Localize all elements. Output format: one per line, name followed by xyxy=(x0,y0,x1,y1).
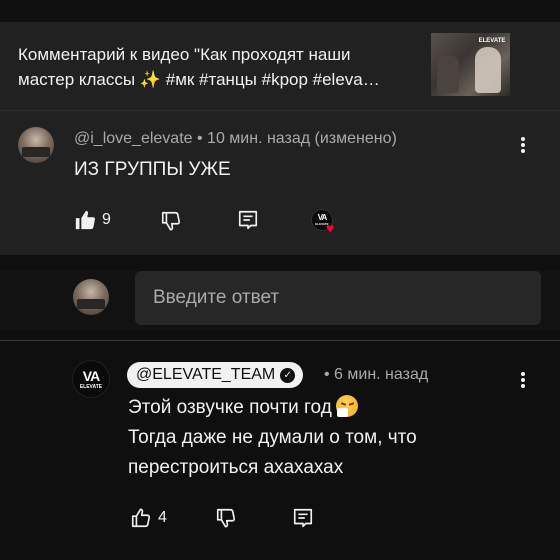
context-line-2: мастер классы ✨ #мк #танцы #kpop #eleva… xyxy=(18,67,413,92)
video-context-title: Комментарий к видео "Как проходят наши м… xyxy=(18,42,413,92)
video-context-header[interactable]: Комментарий к видео "Как проходят наши м… xyxy=(0,22,560,110)
creator-handle-badge[interactable]: @ELEVATE_TEAM ✓ xyxy=(127,362,304,388)
reply-reply-button[interactable] xyxy=(292,507,314,529)
reply-author: @ELEVATE_TEAM xyxy=(136,366,276,383)
reply-dislike-button[interactable] xyxy=(215,507,237,529)
thumbs-up-outline-icon xyxy=(131,508,151,528)
reply-input[interactable]: Введите ответ xyxy=(135,271,541,325)
thumbnail-badge: ELEVATE xyxy=(478,38,506,44)
context-line-2-text: мастер классы xyxy=(18,70,136,89)
divider xyxy=(0,340,560,341)
reply-time: • 6 мин. назад xyxy=(324,366,429,383)
reply-text-line-1: Этой озвучке почти год xyxy=(128,393,358,423)
comment-text: ИЗ ГРУППЫ УЖЕ xyxy=(74,159,231,180)
context-line-1: Комментарий к видео "Как проходят наши xyxy=(18,45,351,64)
status-bar xyxy=(0,0,560,22)
verified-check-icon: ✓ xyxy=(280,367,296,383)
comment-author[interactable]: @i_love_elevate xyxy=(74,130,193,147)
parent-comment: @i_love_elevate • 10 мин. назад (изменен… xyxy=(0,110,560,255)
reply-text-line-2: Тогда даже не думали о том, что xyxy=(128,427,417,448)
like-button[interactable]: 9 xyxy=(74,209,111,231)
comment-author-avatar[interactable] xyxy=(18,127,54,163)
thumbs-down-icon xyxy=(161,211,181,231)
reply-button[interactable] xyxy=(237,209,259,231)
reply-icon xyxy=(293,508,313,528)
dislike-button[interactable] xyxy=(160,210,182,232)
reply-kebab-menu-icon[interactable] xyxy=(518,370,528,392)
reply-avatar-name: ELEVATE xyxy=(79,384,103,390)
like-count: 9 xyxy=(102,211,111,228)
video-thumbnail[interactable]: ELEVATE xyxy=(431,33,510,96)
thumbs-up-icon xyxy=(75,210,95,230)
kebab-menu-icon[interactable] xyxy=(518,135,528,157)
reply-icon xyxy=(238,210,258,230)
sneezing-face-emoji xyxy=(335,395,358,417)
reply-like-button[interactable]: 4 xyxy=(130,507,167,529)
comment-time: • 10 мин. назад (изменено) xyxy=(197,130,397,147)
reply-author-avatar[interactable]: VA ELEVATE xyxy=(72,360,110,398)
sparkles-emoji: ✨ xyxy=(139,70,161,89)
current-user-avatar xyxy=(73,279,109,315)
reply-avatar-logo: VA xyxy=(82,368,100,384)
context-line-2-tags: #мк #танцы #kpop #eleva… xyxy=(165,70,380,89)
reply-like-count: 4 xyxy=(158,509,167,526)
reply-composer: Введите ответ xyxy=(0,270,560,330)
thumbs-down-icon xyxy=(216,508,236,528)
heart-icon: ♥ xyxy=(326,220,335,236)
comment-meta: @i_love_elevate • 10 мин. назад (изменен… xyxy=(74,130,397,148)
creator-heart-badge: VA ELEVATE ♥ xyxy=(311,209,345,235)
reply-text-line-3: перестроиться ахахахах xyxy=(128,457,344,478)
